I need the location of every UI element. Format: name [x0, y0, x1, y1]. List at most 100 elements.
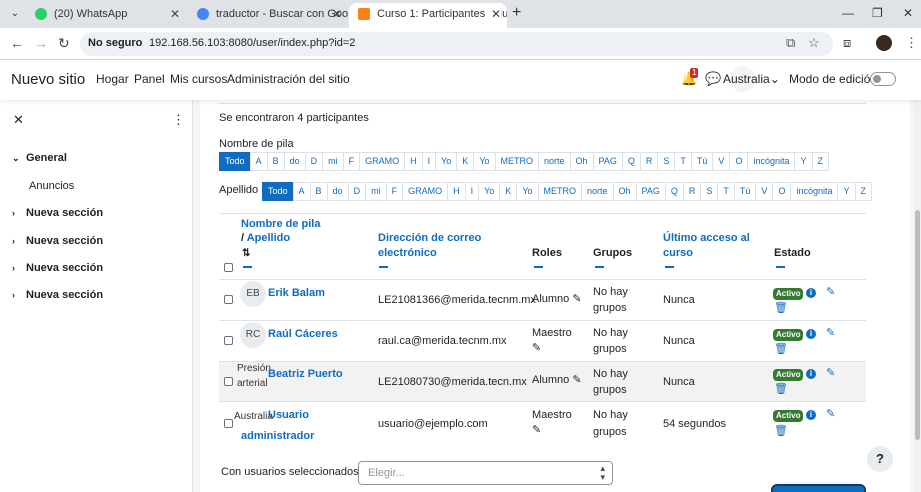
first-name-filter-letter-button[interactable]: do [283, 152, 306, 171]
chevron-down-icon[interactable]: ⌄ [12, 153, 26, 164]
last-name-filter-letter-button[interactable]: Yo [478, 182, 501, 201]
column-collapse-icon[interactable] [776, 266, 785, 268]
first-name-filter-all-button[interactable]: Todo [219, 152, 251, 171]
chevron-right-icon[interactable]: › [12, 236, 26, 246]
first-name-filter-letter-button[interactable]: I [421, 152, 437, 171]
first-name-filter-letter-button[interactable]: R [639, 152, 659, 171]
scrollbar-thumb[interactable] [915, 210, 920, 440]
last-name-filter-letter-button[interactable]: B [309, 182, 328, 201]
column-collapse-icon[interactable] [243, 266, 252, 268]
reload-icon[interactable]: ↻ [58, 35, 70, 52]
participant-name-link[interactable]: Beatriz Puerto [268, 364, 343, 384]
url-text[interactable]: 192.168.56.103:8080/user/index.php?id=2 [149, 37, 355, 49]
nav-link-site-admin[interactable]: Administración del sitio [227, 72, 350, 86]
new-tab-button[interactable]: + [512, 5, 521, 21]
row-checkbox[interactable] [224, 295, 233, 304]
participant-name-link[interactable]: Erik Balam [268, 283, 325, 303]
first-name-filter-letter-button[interactable]: Y [794, 152, 813, 171]
first-name-filter-letter-button[interactable]: PAG [592, 152, 623, 171]
close-icon[interactable]: ✕ [170, 3, 180, 25]
participant-name-link[interactable]: Usuario [268, 405, 309, 425]
last-name-filter-letter-button[interactable]: Tú [733, 182, 757, 201]
edit-enrolment-icon[interactable]: ✎ [826, 366, 835, 379]
row-checkbox[interactable] [224, 377, 233, 386]
last-name-filter-all-button[interactable]: Todo [262, 182, 294, 201]
last-name-filter-letter-button[interactable]: T [717, 182, 735, 201]
translate-icon[interactable]: ⧉ [786, 35, 795, 51]
row-checkbox[interactable] [224, 336, 233, 345]
security-indicator[interactable]: No seguro [88, 37, 142, 49]
first-name-filter-letter-button[interactable]: D [304, 152, 324, 171]
header-last-access[interactable]: Último acceso al [663, 231, 750, 246]
header-first-name[interactable]: Nombre de pila [241, 217, 320, 232]
edit-role-pencil-icon[interactable]: ✎ [572, 293, 581, 305]
last-name-filter-letter-button[interactable]: F [385, 182, 404, 201]
first-name-filter-letter-button[interactable]: T [674, 152, 692, 171]
close-icon[interactable]: ✕ [332, 3, 342, 25]
row-checkbox[interactable] [224, 419, 233, 428]
first-name-filter-letter-button[interactable]: A [249, 152, 268, 171]
last-name-filter-letter-button[interactable]: do [326, 182, 349, 201]
edit-role-pencil-icon[interactable]: ✎ [532, 422, 541, 439]
last-name-filter-letter-button[interactable]: METRO [537, 182, 582, 201]
back-icon[interactable]: ← [10, 35, 24, 51]
edit-mode-toggle[interactable] [870, 72, 896, 86]
extensions-icon[interactable]: ⧈ [843, 35, 851, 51]
header-email[interactable]: Dirección de correo [378, 231, 481, 246]
drawer-section-1[interactable]: › Nueva sección [12, 207, 103, 219]
first-name-filter-letter-button[interactable]: mi [322, 152, 344, 171]
sort-icon[interactable]: ⇅ [242, 248, 250, 259]
bookmark-star-icon[interactable]: ☆ [808, 35, 820, 51]
help-button[interactable]: ? [867, 446, 893, 472]
participant-name-link[interactable]: Raúl Cáceres [268, 324, 338, 344]
first-name-filter-letter-button[interactable]: F [342, 152, 361, 171]
address-bar[interactable]: No seguro 192.168.56.103:8080/user/index… [80, 32, 833, 56]
last-name-filter-letter-button[interactable]: Q [664, 182, 684, 201]
drawer-section-2[interactable]: › Nueva sección [12, 235, 103, 247]
trash-icon[interactable]: 🗑 [774, 424, 788, 437]
browser-menu-icon[interactable]: ⋮ [905, 35, 918, 51]
header-email-line2[interactable]: electrónico [378, 246, 437, 261]
drawer-item-announcements[interactable]: Anuncios [29, 180, 74, 192]
select-all-checkbox[interactable] [224, 263, 233, 272]
trash-icon[interactable]: 🗑 [774, 382, 788, 395]
first-name-filter-letter-button[interactable]: S [657, 152, 676, 171]
edit-role-pencil-icon[interactable]: ✎ [572, 374, 581, 386]
first-name-filter-letter-button[interactable]: O [729, 152, 749, 171]
column-collapse-icon[interactable] [595, 266, 604, 268]
last-name-filter-letter-button[interactable]: V [755, 182, 774, 201]
chevron-right-icon[interactable]: › [12, 263, 26, 273]
last-name-filter-letter-button[interactable]: PAG [635, 182, 666, 201]
first-name-filter-letter-button[interactable]: incógnita [747, 152, 796, 171]
profile-avatar[interactable] [876, 35, 892, 51]
last-name-filter-letter-button[interactable]: K [499, 182, 518, 201]
last-name-filter-letter-button[interactable]: S [700, 182, 719, 201]
first-name-filter-letter-button[interactable]: Tú [690, 152, 714, 171]
drawer-section-4[interactable]: › Nueva sección [12, 289, 103, 301]
first-name-filter-letter-button[interactable]: GRAMO [359, 152, 406, 171]
last-name-filter-letter-button[interactable]: Z [854, 182, 872, 201]
last-name-filter-letter-button[interactable]: GRAMO [402, 182, 449, 201]
enrol-users-button[interactable] [771, 484, 866, 492]
last-name-filter-letter-button[interactable]: Yo [516, 182, 539, 201]
chevron-right-icon[interactable]: › [12, 290, 26, 300]
edit-enrolment-icon[interactable]: ✎ [826, 326, 835, 339]
maximize-icon[interactable]: ❐ [872, 6, 883, 20]
nav-link-dashboard[interactable]: Panel [134, 72, 165, 86]
last-name-filter-letter-button[interactable]: O [772, 182, 792, 201]
last-name-filter-letter-button[interactable]: D [347, 182, 367, 201]
drawer-options-icon[interactable]: ⋮ [172, 112, 185, 128]
site-name[interactable]: Nuevo sitio [11, 71, 85, 88]
last-name-filter-letter-button[interactable]: incógnita [790, 182, 839, 201]
tab-moodle[interactable]: Curso 1: Participantes | Nuevo s ✕ [349, 3, 507, 28]
nav-link-my-courses[interactable]: Mis cursos [170, 72, 227, 86]
first-name-filter-letter-button[interactable]: Yo [435, 152, 458, 171]
first-name-filter-letter-button[interactable]: Z [811, 152, 829, 171]
first-name-filter-letter-button[interactable]: K [456, 152, 475, 171]
messages-icon[interactable]: 💬 [705, 71, 721, 87]
tab-whatsapp[interactable]: (20) WhatsApp ✕ [26, 3, 186, 28]
last-name-filter-letter-button[interactable]: Oh [612, 182, 637, 201]
last-name-filter-letter-button[interactable]: R [682, 182, 702, 201]
participant-name-link-line2[interactable]: administrador [241, 426, 314, 446]
drawer-section-general[interactable]: ⌄ General [12, 152, 67, 164]
